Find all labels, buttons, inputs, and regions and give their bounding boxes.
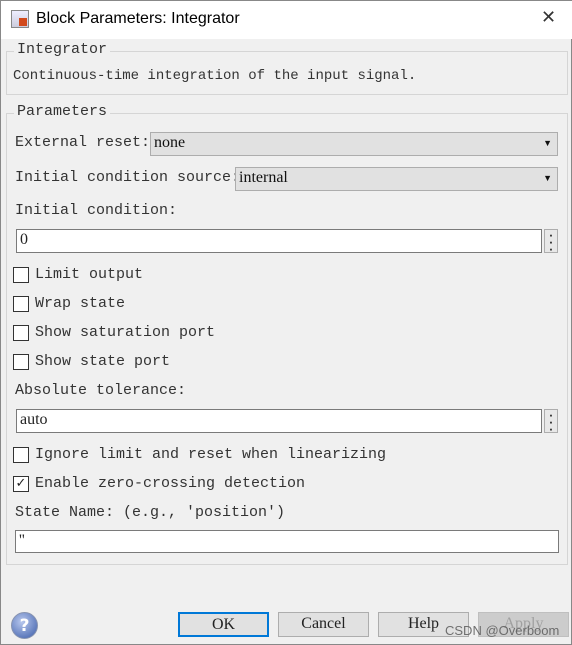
checkmark-icon: ✓ (15, 476, 27, 491)
watermark: CSDN @Overboom (445, 623, 560, 638)
window-title: Block Parameters: Integrator (36, 10, 240, 27)
ignore-limit-checkbox[interactable] (13, 447, 29, 463)
show-state-port-label: Show state port (35, 353, 171, 370)
state-name-input[interactable]: '' (15, 530, 559, 553)
limit-output-checkbox[interactable] (13, 267, 29, 283)
external-reset-value: none (154, 134, 186, 151)
state-name-label: State Name: (e.g., 'position') (15, 504, 286, 521)
help-question-icon[interactable]: ? (11, 612, 38, 639)
initial-condition-input[interactable]: 0 (16, 229, 542, 253)
zero-crossing-checkbox[interactable]: ✓ (13, 476, 29, 492)
parameters-legend: Parameters (14, 103, 111, 120)
simulink-block-icon (11, 10, 29, 28)
external-reset-dropdown[interactable]: none ▼ (150, 132, 558, 156)
limit-output-label: Limit output (35, 266, 144, 283)
description-legend: Integrator (14, 41, 111, 58)
show-state-port-checkbox[interactable] (13, 354, 29, 370)
cancel-button[interactable]: Cancel (278, 612, 369, 637)
zero-crossing-label: Enable zero-crossing detection (35, 475, 306, 492)
initial-condition-label: Initial condition: (15, 202, 178, 219)
ic-source-dropdown[interactable]: internal ▼ (235, 167, 558, 191)
external-reset-label: External reset: (15, 134, 151, 151)
ignore-limit-label: Ignore limit and reset when linearizing (35, 446, 387, 463)
close-icon[interactable]: ✕ (541, 7, 556, 28)
ok-button[interactable]: OK (178, 612, 269, 637)
more-options-icon[interactable]: · · · (544, 409, 558, 436)
show-saturation-port-label: Show saturation port (35, 324, 216, 341)
show-saturation-port-checkbox[interactable] (13, 325, 29, 341)
absolute-tolerance-input[interactable]: auto (16, 409, 542, 433)
dropdown-arrow-icon: ▼ (543, 138, 552, 148)
ic-source-label: Initial condition source: (15, 169, 241, 186)
description-text: Continuous-time integration of the input… (13, 68, 417, 84)
wrap-state-label: Wrap state (35, 295, 126, 312)
more-options-icon[interactable]: · · · (544, 229, 558, 256)
wrap-state-checkbox[interactable] (13, 296, 29, 312)
ic-source-value: internal (239, 169, 288, 186)
dropdown-arrow-icon: ▼ (543, 173, 552, 183)
absolute-tolerance-label: Absolute tolerance: (15, 382, 187, 399)
